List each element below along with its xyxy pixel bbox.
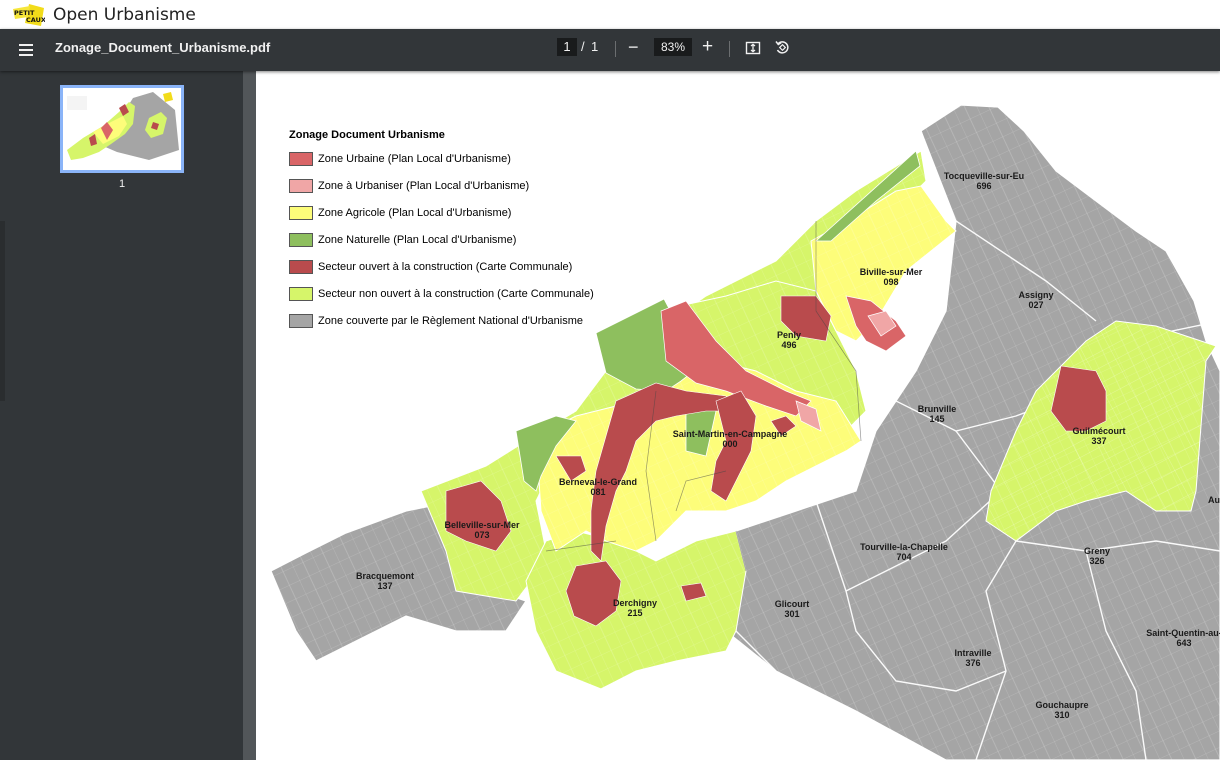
commune-label: Greny 326	[1083, 546, 1111, 566]
page-number-input[interactable]: 1	[557, 38, 577, 56]
commune-label: Bracquemont 137	[355, 571, 415, 591]
commune-label: Intraville 376	[954, 648, 992, 668]
zoom-in-button[interactable]: +	[702, 37, 718, 57]
commune-label: Gouchaupre 310	[1035, 700, 1089, 720]
legend-swatch	[289, 260, 313, 274]
toolbar-divider	[615, 41, 616, 57]
app-title: Open Urbanisme	[53, 4, 196, 25]
zoom-out-button[interactable]: −	[628, 38, 644, 58]
thumbnail-sidebar: 1	[0, 71, 243, 760]
fit-page-icon[interactable]	[745, 40, 761, 56]
commune-label: Tourville-la-Chapelle 704	[860, 542, 948, 562]
legend-swatch	[289, 179, 313, 193]
legend-title: Zonage Document Urbanisme	[289, 129, 445, 141]
document-title: Zonage_Document_Urbanisme.pdf	[55, 40, 271, 55]
commune-label: Penly 496	[776, 330, 802, 350]
app-header: PETIT CAUX Open Urbanisme	[0, 0, 1220, 29]
legend-item: Zone Urbaine (Plan Local d'Urbanisme)	[289, 151, 511, 167]
svg-text:CAUX: CAUX	[26, 16, 45, 24]
legend-label: Zone Naturelle (Plan Local d'Urbanisme)	[318, 234, 517, 246]
legend-item: Zone couverte par le Règlement National …	[289, 313, 583, 329]
legend-item: Secteur ouvert à la construction (Carte …	[289, 259, 572, 275]
legend-swatch	[289, 206, 313, 220]
commune-label: Saint-Quentin-au- 643	[1146, 628, 1220, 648]
legend-label: Secteur ouvert à la construction (Carte …	[318, 261, 573, 273]
page-thumbnail[interactable]	[60, 85, 184, 173]
legend-label: Zone Agricole (Plan Local d'Urbanisme)	[318, 207, 512, 219]
commune-label: Glicourt 301	[774, 599, 810, 619]
pdf-page: Zonage Document Urbanisme Zone Urbaine (…	[256, 71, 1220, 760]
commune-label: Tocqueville-sur-Eu 696	[943, 171, 1025, 191]
commune-label: Belleville-sur-Mer 073	[444, 520, 520, 540]
page-separator: /	[581, 39, 585, 54]
legend-swatch	[289, 152, 313, 166]
sidebar-resize-handle[interactable]	[0, 221, 5, 401]
commune-label: Berneval-le-Grand 081	[558, 477, 638, 497]
legend-item: Secteur non ouvert à la construction (Ca…	[289, 286, 594, 302]
commune-label: Biville-sur-Mer 098	[859, 267, 923, 287]
commune-label: Saint-Martin-en-Campagne 000	[672, 429, 788, 449]
petit-caux-logo[interactable]: PETIT CAUX	[11, 3, 46, 27]
legend-label: Zone à Urbaniser (Plan Local d'Urbanisme…	[318, 180, 530, 192]
legend-item: Zone à Urbaniser (Plan Local d'Urbanisme…	[289, 178, 529, 194]
legend-label: Zone Urbaine (Plan Local d'Urbanisme)	[318, 153, 511, 165]
legend-item: Zone Agricole (Plan Local d'Urbanisme)	[289, 205, 511, 221]
legend-label: Zone couverte par le Règlement National …	[318, 315, 584, 327]
zoning-map	[256, 71, 1220, 760]
legend-label: Secteur non ouvert à la construction (Ca…	[318, 288, 594, 300]
legend-swatch	[289, 314, 313, 328]
toolbar-divider	[729, 41, 730, 57]
pdf-toolbar: Zonage_Document_Urbanisme.pdf 1 / 1 − 83…	[0, 29, 1220, 71]
commune-label: Assigny 027	[1018, 290, 1054, 310]
menu-icon[interactable]	[17, 40, 37, 60]
legend-item: Zone Naturelle (Plan Local d'Urbanisme)	[289, 232, 516, 248]
page-total: 1	[591, 39, 599, 54]
commune-label: Au	[1208, 495, 1220, 505]
rotate-icon[interactable]	[774, 39, 791, 56]
commune-label: Brunville 145	[917, 404, 957, 424]
commune-label: Guilmécourt 337	[1072, 426, 1126, 446]
legend-swatch	[289, 287, 313, 301]
thumbnail-label: 1	[118, 178, 126, 190]
commune-label: Derchigny 215	[612, 598, 658, 618]
document-viewer[interactable]: Zonage Document Urbanisme Zone Urbaine (…	[243, 71, 1220, 760]
zoom-level-input[interactable]: 83%	[654, 38, 692, 56]
legend-swatch	[289, 233, 313, 247]
